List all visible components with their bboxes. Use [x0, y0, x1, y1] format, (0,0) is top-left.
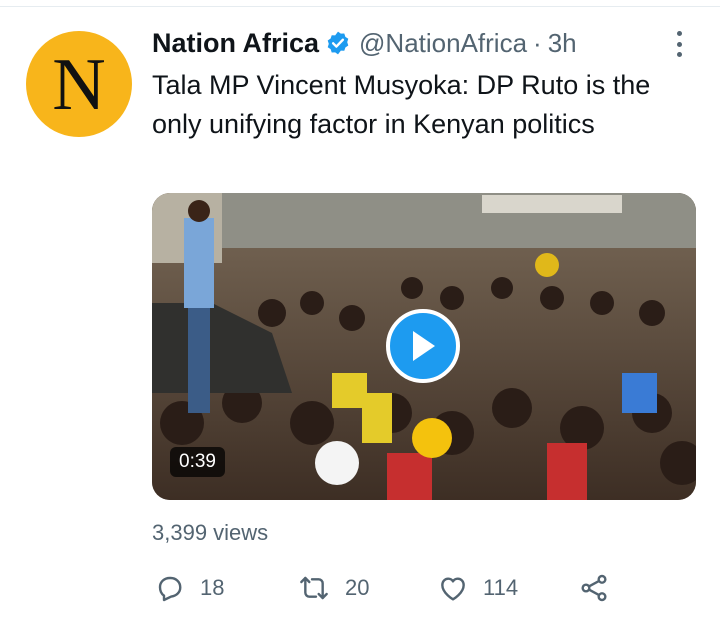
- reply-button[interactable]: 18: [154, 568, 224, 608]
- reply-icon: [158, 576, 182, 602]
- video-duration-badge: 0:39: [170, 447, 225, 477]
- play-button[interactable]: [386, 309, 460, 383]
- tweet-text: Tala MP Vincent Musyoka: DP Ruto is the …: [152, 70, 651, 139]
- avatar[interactable]: N: [26, 31, 132, 137]
- play-icon: [413, 331, 435, 361]
- avatar-logo-letter: N: [52, 44, 106, 126]
- tweet-timestamp[interactable]: 3h: [548, 28, 577, 59]
- share-icon: [581, 574, 607, 602]
- like-count: 114: [483, 575, 519, 600]
- video-player[interactable]: 0:39: [152, 193, 696, 500]
- heart-icon: [441, 577, 465, 601]
- retweet-icon: [300, 576, 328, 600]
- top-divider: [0, 6, 720, 7]
- like-button[interactable]: 114: [437, 568, 518, 608]
- tweet-header: Nation Africa @NationAfrica · 3h: [152, 26, 577, 60]
- share-button[interactable]: [578, 568, 610, 608]
- author-name[interactable]: Nation Africa: [152, 28, 319, 59]
- separator-dot: ·: [533, 27, 542, 58]
- verified-badge-icon: [325, 30, 351, 56]
- reply-count: 18: [200, 575, 225, 600]
- more-options-icon[interactable]: [672, 31, 686, 57]
- author-handle[interactable]: @NationAfrica: [359, 28, 527, 59]
- retweet-count: 20: [345, 575, 370, 600]
- retweet-button[interactable]: 20: [297, 568, 369, 608]
- view-count[interactable]: 3,399 views: [152, 520, 268, 546]
